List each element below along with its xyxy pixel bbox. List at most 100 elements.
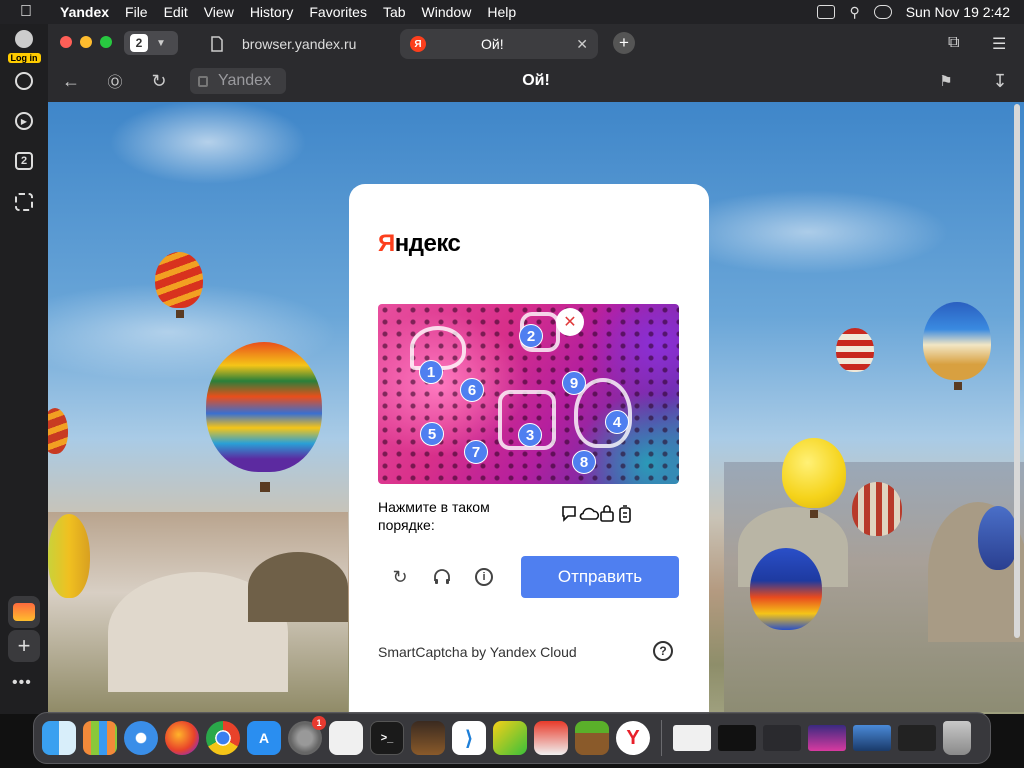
page-title: Ой! (522, 72, 550, 89)
balloon (978, 506, 1018, 570)
app-menu[interactable]: Yandex (52, 4, 117, 20)
balloon (48, 408, 68, 454)
tab-title: Ой! (481, 36, 504, 52)
minimized-window[interactable] (808, 725, 846, 751)
cloud-icon (579, 507, 600, 520)
menu-favorites[interactable]: Favorites (301, 4, 375, 20)
logo-text: Яндекс (378, 230, 461, 257)
sequence-icons (562, 505, 631, 523)
finder-icon[interactable] (42, 721, 76, 755)
balloon (206, 342, 322, 472)
tab-group-button[interactable]: 2 ▼ (124, 31, 178, 55)
minimized-window[interactable] (718, 725, 756, 751)
menu-help[interactable]: Help (479, 4, 524, 20)
balloon-basket (810, 510, 818, 518)
tab-count-icon[interactable]: 2 (12, 149, 36, 173)
clicked-mark-icon: ✕ (556, 308, 584, 336)
notification-badge: 1 (312, 716, 326, 730)
address-bar: ← Ⓞ ↻ Yandex Ой! ⚑ ↧ (48, 64, 1024, 100)
textedit-icon[interactable] (329, 721, 363, 755)
play-icon[interactable]: ▶ (12, 109, 36, 133)
launchpad-icon[interactable] (83, 721, 117, 755)
menu-tab[interactable]: Tab (375, 4, 414, 20)
balloon-basket (954, 382, 962, 390)
add-panel-icon[interactable]: + (8, 630, 40, 662)
tab-title: browser.yandex.ru (242, 36, 357, 52)
chevron-down-icon: ▼ (156, 37, 166, 49)
balloon (852, 482, 902, 536)
package-icon[interactable] (534, 721, 568, 755)
headphones-icon[interactable] (431, 566, 453, 588)
close-tab-icon[interactable]: ✕ (576, 36, 588, 53)
download-icon[interactable]: ↧ (989, 70, 1011, 92)
more-icon[interactable]: ••• (12, 674, 32, 692)
captcha-sequence (560, 504, 636, 529)
zoom-window-button[interactable] (100, 36, 112, 48)
balloon-basket (176, 310, 184, 318)
balloon (155, 252, 203, 308)
login-button[interactable]: Log in (4, 30, 44, 66)
menu-file[interactable]: File (117, 4, 156, 20)
submit-button[interactable]: Отправить (521, 556, 679, 598)
dock-separator (661, 720, 662, 756)
apple-menu-icon[interactable]:  (0, 3, 52, 21)
tab-active[interactable]: Я Ой! ✕ (400, 29, 598, 59)
order-marker: 9 (562, 371, 586, 395)
system-settings-icon[interactable]: 1 (288, 716, 326, 755)
padlock-icon (600, 505, 614, 522)
sidebar: Log in ▶ 2 + ••• (0, 24, 48, 714)
headphones-svg (434, 569, 450, 584)
trash-icon[interactable] (943, 721, 971, 755)
menu-window[interactable]: Window (414, 4, 480, 20)
speech-bubble-icon (562, 506, 576, 522)
help-icon[interactable]: ? (653, 641, 673, 661)
vscode-icon[interactable]: ⟩ (452, 721, 486, 755)
info-icon[interactable]: i (473, 566, 495, 588)
minimized-window[interactable] (898, 725, 936, 751)
safari-icon[interactable] (124, 721, 158, 755)
new-tab-button[interactable]: + (613, 32, 635, 54)
minecraft-icon[interactable] (575, 721, 609, 755)
mail-icon[interactable] (8, 596, 40, 628)
tab-list-icon[interactable]: ⧉ (948, 34, 959, 52)
game-icon[interactable] (493, 721, 527, 755)
order-marker: 5 (420, 422, 444, 446)
close-window-button[interactable] (60, 36, 72, 48)
menu-icon[interactable]: ☰ (992, 34, 1006, 54)
app-store-icon[interactable]: A (247, 721, 281, 755)
scrollbar[interactable] (1014, 104, 1020, 638)
minimize-window-button[interactable] (80, 36, 92, 48)
refresh-icon[interactable]: ↻ (389, 566, 411, 588)
window-controls (60, 36, 112, 48)
yandex-favicon-icon: Я (410, 36, 426, 52)
tab-bar: 2 ▼ browser.yandex.ru Я Ой! ✕ + ⧉ ☰ (48, 24, 1024, 62)
menu-clock[interactable]: Sun Nov 19 2:42 (906, 4, 1010, 20)
spotlight-icon[interactable]: ⚲ (849, 4, 859, 21)
garageband-icon[interactable] (411, 721, 445, 755)
balloon (836, 328, 874, 372)
bookmark-icon[interactable]: ⚑ (935, 70, 957, 92)
control-center-icon[interactable] (873, 5, 892, 19)
order-marker: 2 (519, 324, 543, 348)
captcha-card: Яндекс ✕ 1 2 3 4 5 6 7 8 9 Нажмите в так… (349, 184, 709, 714)
terminal-icon[interactable]: >_ (370, 721, 404, 755)
menu-view[interactable]: View (196, 4, 242, 20)
dock: A 1 >_ ⟩ Y (33, 712, 991, 764)
login-label: Log in (7, 53, 41, 63)
firefox-icon[interactable] (165, 721, 199, 755)
battery-icon (619, 505, 631, 523)
minimized-window[interactable] (763, 725, 801, 751)
captcha-footer: SmartCaptcha by Yandex Cloud (378, 644, 577, 660)
menu-edit[interactable]: Edit (156, 4, 196, 20)
minimized-window[interactable] (853, 725, 891, 751)
chrome-icon[interactable] (206, 721, 240, 755)
tab-browser-yandex[interactable]: browser.yandex.ru (198, 29, 393, 59)
minimized-window[interactable] (673, 725, 711, 751)
display-icon[interactable] (817, 5, 836, 19)
page-icon (211, 36, 223, 52)
screenshot-icon[interactable] (12, 190, 36, 214)
yandex-browser-icon[interactable]: Y (616, 721, 650, 755)
history-icon[interactable] (12, 69, 36, 93)
captcha-image[interactable]: ✕ 1 2 3 4 5 6 7 8 9 (378, 304, 679, 484)
menu-history[interactable]: History (242, 4, 302, 20)
